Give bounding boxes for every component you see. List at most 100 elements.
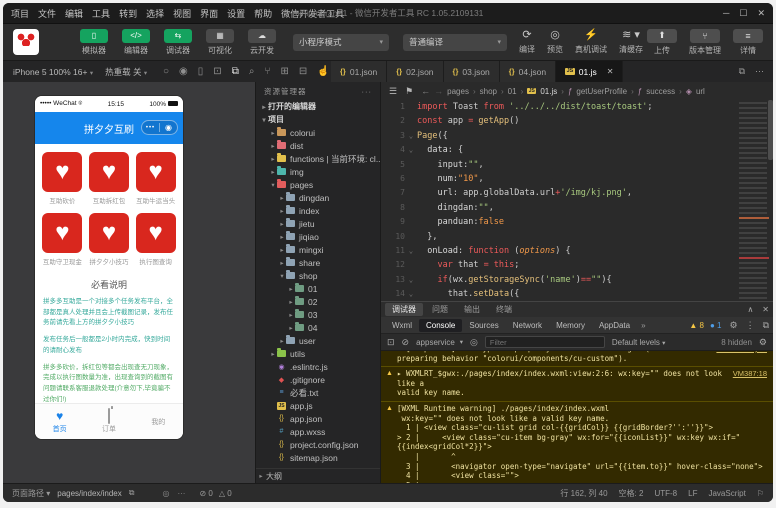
- devtools-tab-Wxml[interactable]: Wxml: [385, 319, 419, 332]
- mode-button-编辑器[interactable]: </> 编辑器: [119, 28, 153, 56]
- devtools-tab-Memory[interactable]: Memory: [549, 319, 592, 332]
- mode-button-模拟器[interactable]: ▯ 模拟器: [77, 28, 111, 56]
- close-button[interactable]: ✕: [757, 8, 765, 19]
- log-levels-dropdown[interactable]: Default levels ▾: [612, 338, 666, 347]
- tree-item-dist[interactable]: ▸ dist: [256, 139, 380, 152]
- clear-console-icon[interactable]: ⊘: [402, 337, 410, 348]
- close-tab-icon[interactable]: ✕: [607, 67, 614, 76]
- console-warning-1[interactable]: ▲▸ [Component] the type of property "isB…: [381, 351, 773, 367]
- source-link[interactable]: VM387:18: [733, 369, 767, 398]
- error-count-badge[interactable]: ● 1: [710, 321, 722, 330]
- editor-scrollbar[interactable]: [768, 100, 773, 160]
- console-settings-gear-icon[interactable]: ⚙: [759, 337, 767, 348]
- tree-item-colorui[interactable]: ▸ colorui: [256, 126, 380, 139]
- close-circle-icon[interactable]: ◉: [160, 123, 177, 132]
- page-path-value[interactable]: pages/index/index: [57, 489, 122, 498]
- menu-item-界面[interactable]: 界面: [200, 7, 218, 20]
- grid-item-互助牛运当头[interactable]: ♥ 互助牛运当头: [132, 152, 179, 205]
- tree-item-打开的编辑器[interactable]: ▸ 打开的编辑器: [256, 100, 380, 113]
- copy-path-icon[interactable]: ⧉: [129, 488, 135, 498]
- mode-button-可视化[interactable]: ▦ 可视化: [203, 28, 237, 56]
- status-空格: 2[interactable]: 空格: 2: [619, 488, 644, 499]
- menu-item-视图[interactable]: 视图: [173, 7, 191, 20]
- editor-tab-04.json[interactable]: {} 04.json: [499, 61, 557, 82]
- source-link[interactable]: WAService.js:2: [716, 351, 767, 363]
- breadcrumb-item-url[interactable]: url: [696, 87, 705, 96]
- split-editor-icon[interactable]: ⧉: [739, 66, 745, 77]
- tree-item-utils[interactable]: ▸ utils: [256, 347, 380, 360]
- breadcrumb-item-pages[interactable]: pages: [447, 87, 469, 96]
- action-清缓存[interactable]: ≋ ▾ 清缓存: [619, 29, 643, 55]
- page-path-dropdown[interactable]: 页面路径 ▾: [12, 488, 50, 499]
- menu-item-工具[interactable]: 工具: [92, 7, 110, 20]
- warning-count-badge[interactable]: ▲ 8: [689, 321, 704, 330]
- tree-item-01[interactable]: ▸ 01: [256, 282, 380, 295]
- grid-item-互助守卫现金[interactable]: ♥ 互助守卫现金: [39, 213, 86, 266]
- panel-tab-终端[interactable]: 终端: [489, 303, 519, 316]
- status-行 162, 列 40[interactable]: 行 162, 列 40: [560, 488, 607, 499]
- menu-item-微信开发者工具[interactable]: 微信开发者工具: [281, 7, 344, 20]
- action-真机调试[interactable]: ⚡ 真机调试: [575, 29, 607, 55]
- tree-item-user[interactable]: ▸ user: [256, 334, 380, 347]
- mode-button-调试器[interactable]: ⇆ 调试器: [161, 28, 195, 56]
- action-详情[interactable]: ≡ 详情: [733, 28, 763, 56]
- tree-item-sitemap.json[interactable]: {} sitemap.json: [256, 451, 380, 464]
- sim-tool-icon-0[interactable]: ○: [163, 66, 169, 77]
- tab-more-icon[interactable]: ⋯: [755, 66, 764, 77]
- devtools-tab-Console[interactable]: Console: [419, 318, 463, 332]
- program-mode-dropdown[interactable]: 小程序模式 ▾: [293, 33, 389, 51]
- sim-tool-icon-2[interactable]: ▯: [198, 66, 204, 77]
- editor-tab-03.json[interactable]: {} 03.json: [443, 61, 500, 82]
- back-arrow-icon[interactable]: ←: [421, 86, 430, 96]
- tree-item-project.config.json[interactable]: {} project.config.json: [256, 438, 380, 451]
- fold-chevron-icon[interactable]: ⌄: [405, 244, 417, 258]
- editor-tab-02.json[interactable]: {} 02.json: [387, 61, 444, 82]
- grid-item-执行图查询[interactable]: ♥ 执行图查询: [132, 213, 179, 266]
- tree-item-jietu[interactable]: ▸ jietu: [256, 217, 380, 230]
- statusbar-more-icon[interactable]: ···: [177, 489, 185, 498]
- editor-menu-icon[interactable]: ☰: [389, 86, 397, 97]
- tree-item-03[interactable]: ▸ 03: [256, 308, 380, 321]
- bookmark-icon[interactable]: ⚑: [405, 86, 413, 97]
- devtools-kebab-icon[interactable]: ⋮: [746, 320, 755, 331]
- user-avatar[interactable]: [13, 29, 39, 55]
- tree-item-dingdan[interactable]: ▸ dingdan: [256, 191, 380, 204]
- panel-tab-问题[interactable]: 问题: [425, 303, 455, 316]
- sim-tool-icon-5[interactable]: ⌕: [249, 66, 255, 77]
- menu-item-转到[interactable]: 转到: [119, 7, 137, 20]
- console-warning-2[interactable]: ▲ ▸ WXMLRT_$gwx:./pages/index/index.wxml:…: [381, 366, 773, 401]
- fold-chevron-icon[interactable]: ⌄: [405, 287, 417, 301]
- tree-item-index[interactable]: ▸ index: [256, 204, 380, 217]
- action-版本管理[interactable]: ⑂ 版本管理: [689, 28, 721, 56]
- compile-mode-dropdown[interactable]: 普通编译 ▾: [403, 33, 507, 51]
- action-上传[interactable]: ⬆ 上传: [647, 28, 677, 56]
- tree-item-必看.txt[interactable]: ≡ 必看.txt: [256, 386, 380, 399]
- hot-reload-toggle[interactable]: 热重载 关 ▾: [105, 66, 147, 78]
- action-编译[interactable]: ⟳ 编译: [519, 29, 535, 55]
- sim-tool-icon-8[interactable]: ⊟: [299, 66, 307, 77]
- tree-item-02[interactable]: ▸ 02: [256, 295, 380, 308]
- tree-item-04[interactable]: ▸ 04: [256, 321, 380, 334]
- console-sidebar-icon[interactable]: ⊡: [387, 337, 395, 348]
- status-JavaScript[interactable]: JavaScript: [708, 489, 745, 498]
- menu-item-编辑[interactable]: 编辑: [65, 7, 83, 20]
- menu-item-选择[interactable]: 选择: [146, 7, 164, 20]
- tree-item-shop[interactable]: ▾ shop: [256, 269, 380, 282]
- tree-item-functions | 当前环境: cl...[interactable]: ▸ functions | 当前环境: cl...: [256, 152, 380, 165]
- breadcrumb-item-success[interactable]: success: [646, 87, 675, 96]
- menu-item-文件[interactable]: 文件: [38, 7, 56, 20]
- status-LF[interactable]: LF: [688, 489, 697, 498]
- console-warning-3[interactable]: ▲ [WXML Runtime warning] ./pages/index/in…: [381, 400, 773, 483]
- outline-section[interactable]: ▸ 大纲: [256, 468, 380, 483]
- tree-item-app.js[interactable]: JS app.js: [256, 399, 380, 412]
- collapse-panel-icon[interactable]: ∧: [747, 305, 753, 314]
- phone-tab-首页[interactable]: ♥ 首页: [35, 404, 84, 439]
- grid-item-互助砍价[interactable]: ♥ 互助砍价: [39, 152, 86, 205]
- sim-tool-icon-4[interactable]: ⧉: [232, 66, 239, 77]
- wechat-capsule[interactable]: ••• ◉: [141, 120, 178, 135]
- minimap[interactable]: [739, 102, 769, 301]
- explorer-more-icon[interactable]: ···: [362, 87, 373, 96]
- error-count[interactable]: ⊘ 0: [199, 489, 212, 498]
- tree-item-.eslintrc.js[interactable]: ◉ .eslintrc.js: [256, 360, 380, 373]
- devtools-settings-gear-icon[interactable]: ⚙: [729, 320, 737, 331]
